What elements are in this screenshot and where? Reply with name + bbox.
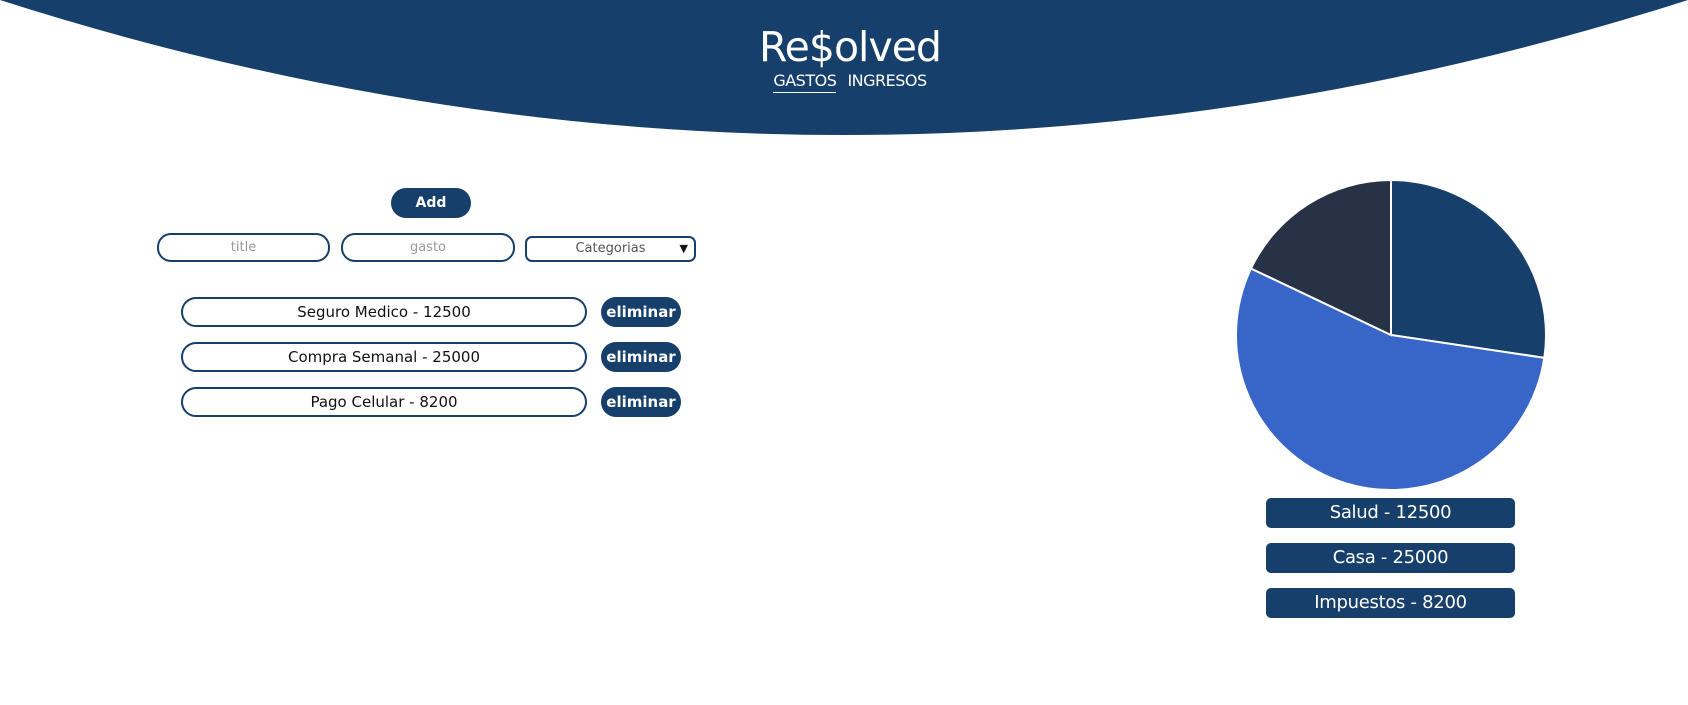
delete-button[interactable]: eliminar	[601, 297, 681, 327]
category-select-value: Categorias	[575, 241, 646, 256]
app-logo: Re$olved	[759, 23, 942, 71]
category-select[interactable]: Categorias ▼	[525, 236, 696, 262]
legend-item-impuestos: Impuestos - 8200	[1266, 588, 1515, 618]
add-button[interactable]: Add	[391, 188, 471, 218]
expense-item: Seguro Medico - 12500	[181, 297, 587, 327]
expense-item: Compra Semanal - 25000	[181, 342, 587, 372]
legend-item-casa: Casa - 25000	[1266, 543, 1515, 573]
page: Re$olved GASTOS INGRESOS Add title gasto…	[0, 0, 1688, 705]
gasto-input[interactable]: gasto	[341, 233, 515, 262]
legend-item-salud: Salud - 12500	[1266, 498, 1515, 528]
delete-button[interactable]: eliminar	[601, 387, 681, 417]
tab-ingresos[interactable]: INGRESOS	[847, 71, 927, 92]
main-nav: GASTOS INGRESOS	[0, 71, 1688, 93]
pie-slice-salud	[1390, 178, 1547, 359]
expense-item: Pago Celular - 8200	[181, 387, 587, 417]
tab-gastos[interactable]: GASTOS	[773, 71, 837, 93]
expense-pie-chart	[1235, 178, 1547, 491]
chevron-down-icon: ▼	[679, 242, 688, 255]
title-input[interactable]: title	[157, 233, 330, 262]
delete-button[interactable]: eliminar	[601, 342, 681, 372]
